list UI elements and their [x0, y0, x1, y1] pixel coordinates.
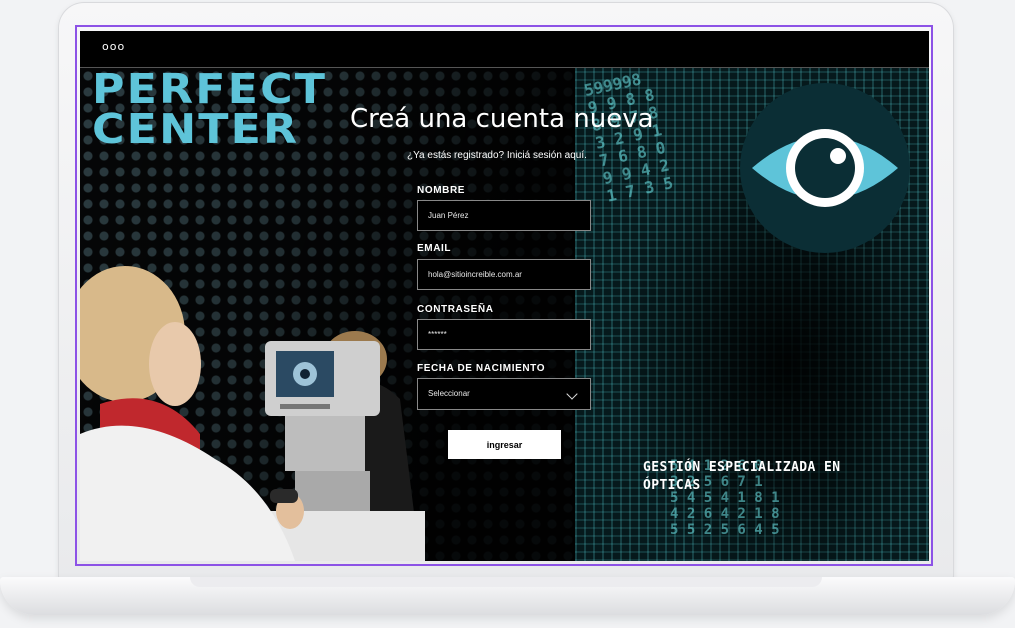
site-screen: ooo 599998 9 9 8 8 8 9 7 8 3 2 9 1 7 6 8… [80, 31, 929, 561]
chevron-down-icon [566, 388, 578, 400]
tagline-line-2: ÓPTICAS [643, 478, 701, 493]
optometry-photo [80, 266, 425, 561]
tagline: GESTIÓN ESPECIALIZADA EN ÓPTICAS [643, 459, 873, 495]
brand-logo[interactable]: PERFECT CENTER [92, 65, 328, 153]
password-field[interactable] [417, 319, 591, 350]
page-title: Creá una cuenta nueva [350, 104, 654, 134]
email-field[interactable] [417, 259, 591, 290]
tagline-line-1: GESTIÓN ESPECIALIZADA EN [643, 460, 841, 475]
laptop-notch [190, 577, 822, 587]
birthdate-label: FECHA DE NACIMIENTO [417, 363, 546, 374]
email-label: EMAIL [417, 243, 452, 254]
brand-line-1: PERFECT [92, 65, 328, 113]
brand-line-2: CENTER [92, 105, 300, 153]
birthdate-select[interactable]: Seleccionar [417, 378, 591, 410]
name-label: NOMBRE [417, 185, 466, 196]
digit-rain-top: 599998 9 9 8 8 8 9 7 8 3 2 9 1 7 6 8 0 9… [582, 69, 675, 206]
birthdate-select-value: Seleccionar [428, 389, 470, 398]
window-dots-icon[interactable]: ooo [102, 40, 125, 53]
password-label: CONTRASEÑA [417, 304, 494, 315]
submit-button[interactable]: ingresar [448, 430, 561, 459]
name-field[interactable] [417, 200, 591, 231]
login-link[interactable]: ¿Ya estás registrado? Iniciá sesión aquí… [407, 150, 587, 161]
browser-topbar: ooo [80, 31, 929, 68]
eye-icon [740, 83, 910, 253]
